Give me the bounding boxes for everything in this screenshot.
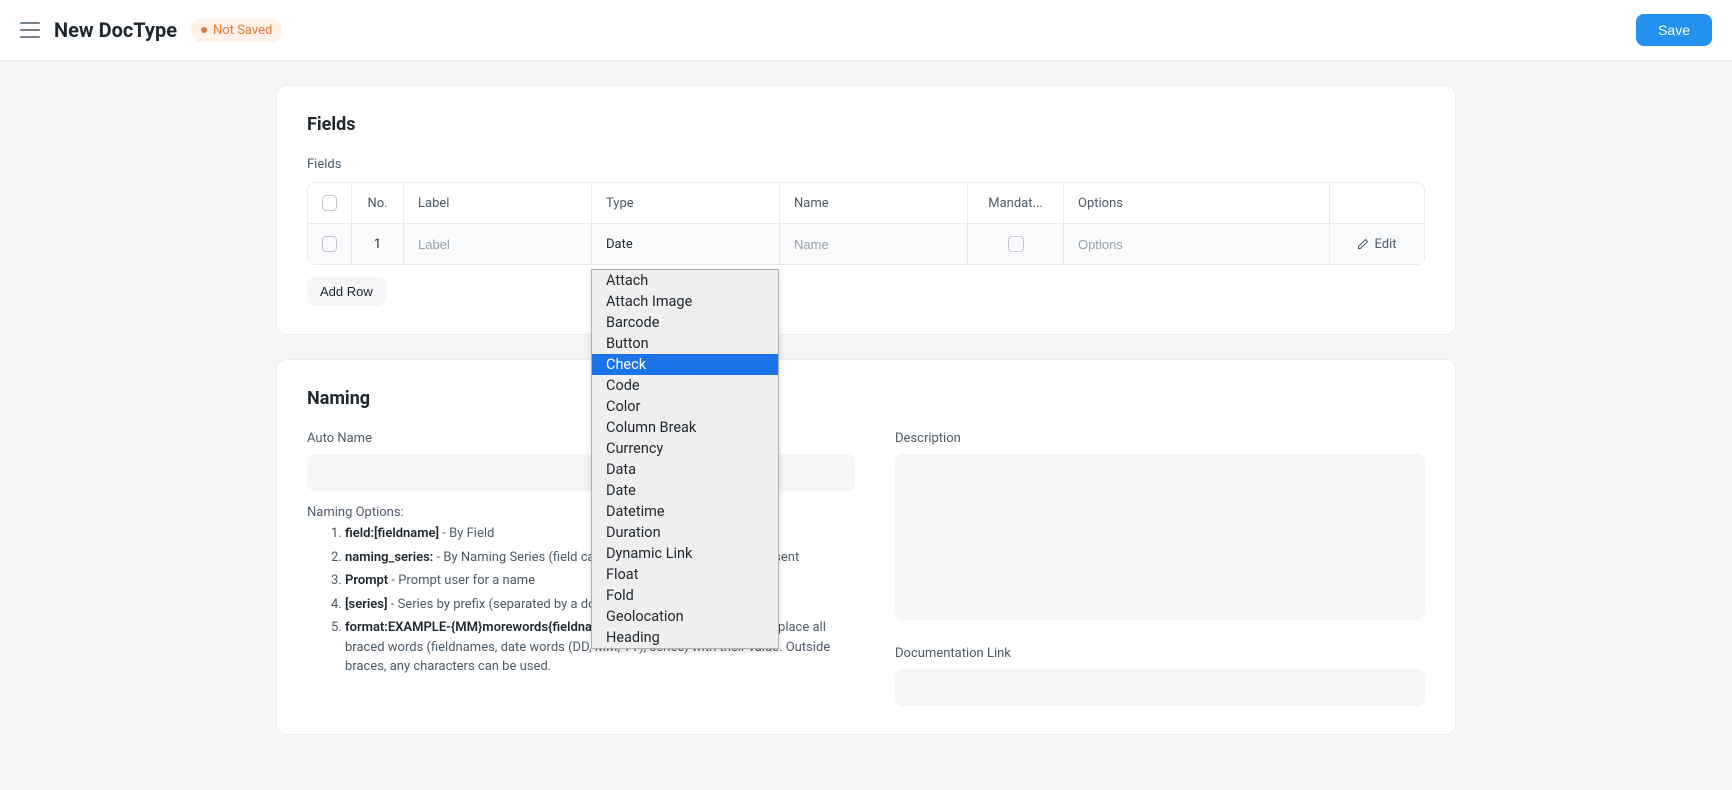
fields-section-title: Fields [307,114,1425,135]
dropdown-item[interactable]: Attach Image [592,291,778,312]
dropdown-item[interactable]: Code [592,375,778,396]
doc-link-input[interactable] [895,669,1425,706]
dropdown-item[interactable]: Attach [592,270,778,291]
col-no: No. [352,183,404,223]
save-button[interactable]: Save [1636,14,1712,46]
page-header: New DocType Not Saved Save [0,0,1732,61]
dropdown-item[interactable]: Check [592,354,778,375]
col-options: Options [1064,183,1330,223]
table-row: 1 Date AttachAttach ImageBarcodeButtonCh… [308,224,1424,264]
row-checkbox[interactable] [322,236,337,252]
dropdown-item[interactable]: Date [592,480,778,501]
col-mandatory: Mandat... [968,183,1064,223]
description-textarea[interactable] [895,454,1425,620]
dropdown-item[interactable]: Column Break [592,417,778,438]
edit-row-link[interactable]: Edit [1357,237,1396,252]
naming-section-title: Naming [307,388,1425,409]
pencil-icon [1357,238,1369,250]
dropdown-item[interactable]: Float [592,564,778,585]
col-label: Label [404,183,592,223]
dropdown-item[interactable]: Fold [592,585,778,606]
dropdown-item[interactable]: Currency [592,438,778,459]
table-header: No. Label Type Name Mandat... Options [308,183,1424,224]
type-dropdown: AttachAttach ImageBarcodeButtonCheckCode… [591,269,779,649]
status-badge: Not Saved [191,19,282,42]
doc-link-label: Documentation Link [895,646,1425,661]
dropdown-item[interactable]: Heading [592,627,778,648]
naming-card: Naming Auto Name Naming Options: field:[… [276,359,1456,735]
dropdown-item[interactable]: Data [592,459,778,480]
dropdown-item[interactable]: Button [592,333,778,354]
page-title: New DocType [54,18,177,42]
row-no: 1 [352,224,404,264]
dropdown-item[interactable]: Dynamic Link [592,543,778,564]
menu-icon[interactable] [20,22,40,38]
label-input[interactable] [418,237,577,252]
dropdown-item[interactable]: Color [592,396,778,417]
col-type: Type [592,183,780,223]
col-name: Name [780,183,968,223]
options-input[interactable] [1078,237,1315,252]
dropdown-item[interactable]: Duration [592,522,778,543]
description-label: Description [895,431,1425,446]
type-value: Date [606,237,633,252]
add-row-button[interactable]: Add Row [307,277,386,306]
select-all-checkbox[interactable] [322,195,337,211]
dropdown-item[interactable]: Geolocation [592,606,778,627]
fields-card: Fields Fields No. Label Type Name Mandat… [276,85,1456,335]
fields-table: No. Label Type Name Mandat... Options 1 … [307,182,1425,265]
mandatory-checkbox[interactable] [1008,236,1024,252]
name-input[interactable] [794,237,953,252]
type-cell[interactable]: Date AttachAttach ImageBarcodeButtonChec… [592,224,780,264]
dropdown-item[interactable]: Barcode [592,312,778,333]
fields-sublabel: Fields [307,157,1425,172]
dropdown-item[interactable]: Datetime [592,501,778,522]
